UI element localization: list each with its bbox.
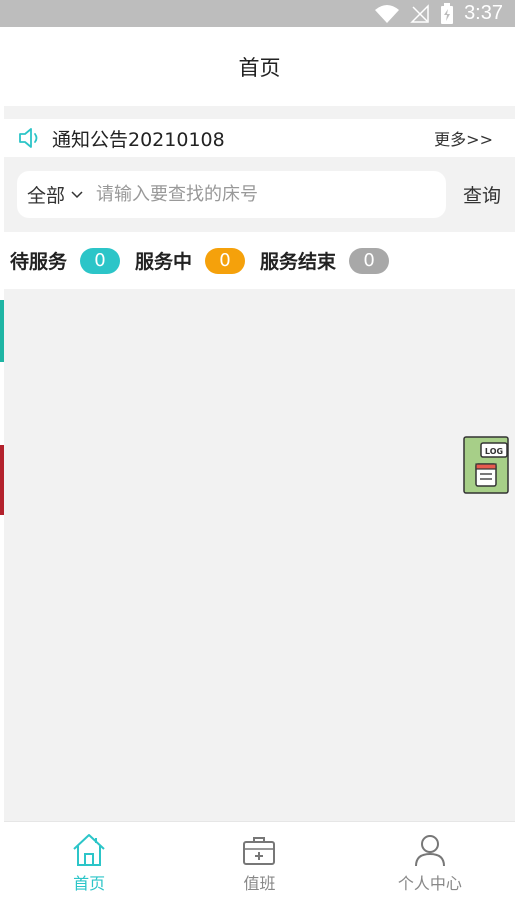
service-list-area [4, 289, 515, 821]
stat-in-service[interactable]: 服务中 0 [135, 247, 246, 274]
log-icon[interactable]: LOG [463, 436, 509, 494]
search-box: 全部 [17, 171, 446, 218]
stat-label: 待服务 [10, 251, 68, 273]
home-icon [73, 834, 105, 866]
log-label: LOG [485, 447, 503, 456]
service-status-row: 待服务 0 服务中 0 服务结束 0 [4, 232, 515, 289]
battery-icon [441, 2, 454, 24]
no-signal-icon [410, 3, 429, 23]
app-header: 首页 [4, 27, 515, 106]
page-title: 首页 [238, 55, 281, 80]
filter-value: 全部 [27, 185, 66, 207]
filter-dropdown[interactable]: 全部 [27, 181, 83, 208]
nav-label: 值班 [243, 874, 276, 893]
count-badge: 0 [80, 247, 121, 274]
wifi-icon [375, 4, 400, 23]
system-status-bar: 3:37 [0, 0, 515, 27]
medical-kit-icon [243, 837, 276, 865]
nav-profile[interactable]: 个人中心 [345, 822, 515, 900]
speaker-icon [19, 128, 38, 148]
clock: 3:37 [464, 2, 503, 24]
user-icon [414, 835, 445, 867]
nav-label: 个人中心 [397, 874, 462, 893]
search-button[interactable]: 查询 [463, 181, 501, 208]
stat-label: 服务结束 [260, 251, 337, 273]
count-badge: 0 [349, 247, 390, 274]
bottom-nav: 首页 值班 个人中心 [4, 821, 515, 900]
stat-finished[interactable]: 服务结束 0 [260, 247, 390, 274]
search-row: 全部 查询 [4, 157, 515, 232]
count-badge: 0 [205, 247, 246, 274]
chevron-down-icon [71, 190, 83, 198]
bed-number-search-input[interactable] [96, 184, 397, 205]
notice-bar[interactable]: 通知公告20210108 更多>> [4, 119, 515, 157]
stat-pending[interactable]: 待服务 0 [10, 247, 121, 274]
notice-text[interactable]: 通知公告20210108 [52, 125, 225, 152]
status-icons: 3:37 [374, 2, 503, 25]
stat-label: 服务中 [135, 251, 193, 273]
nav-label: 首页 [73, 874, 106, 893]
nav-home[interactable]: 首页 [4, 822, 174, 900]
nav-duty[interactable]: 值班 [174, 822, 344, 900]
more-link[interactable]: 更多>> [434, 126, 493, 150]
